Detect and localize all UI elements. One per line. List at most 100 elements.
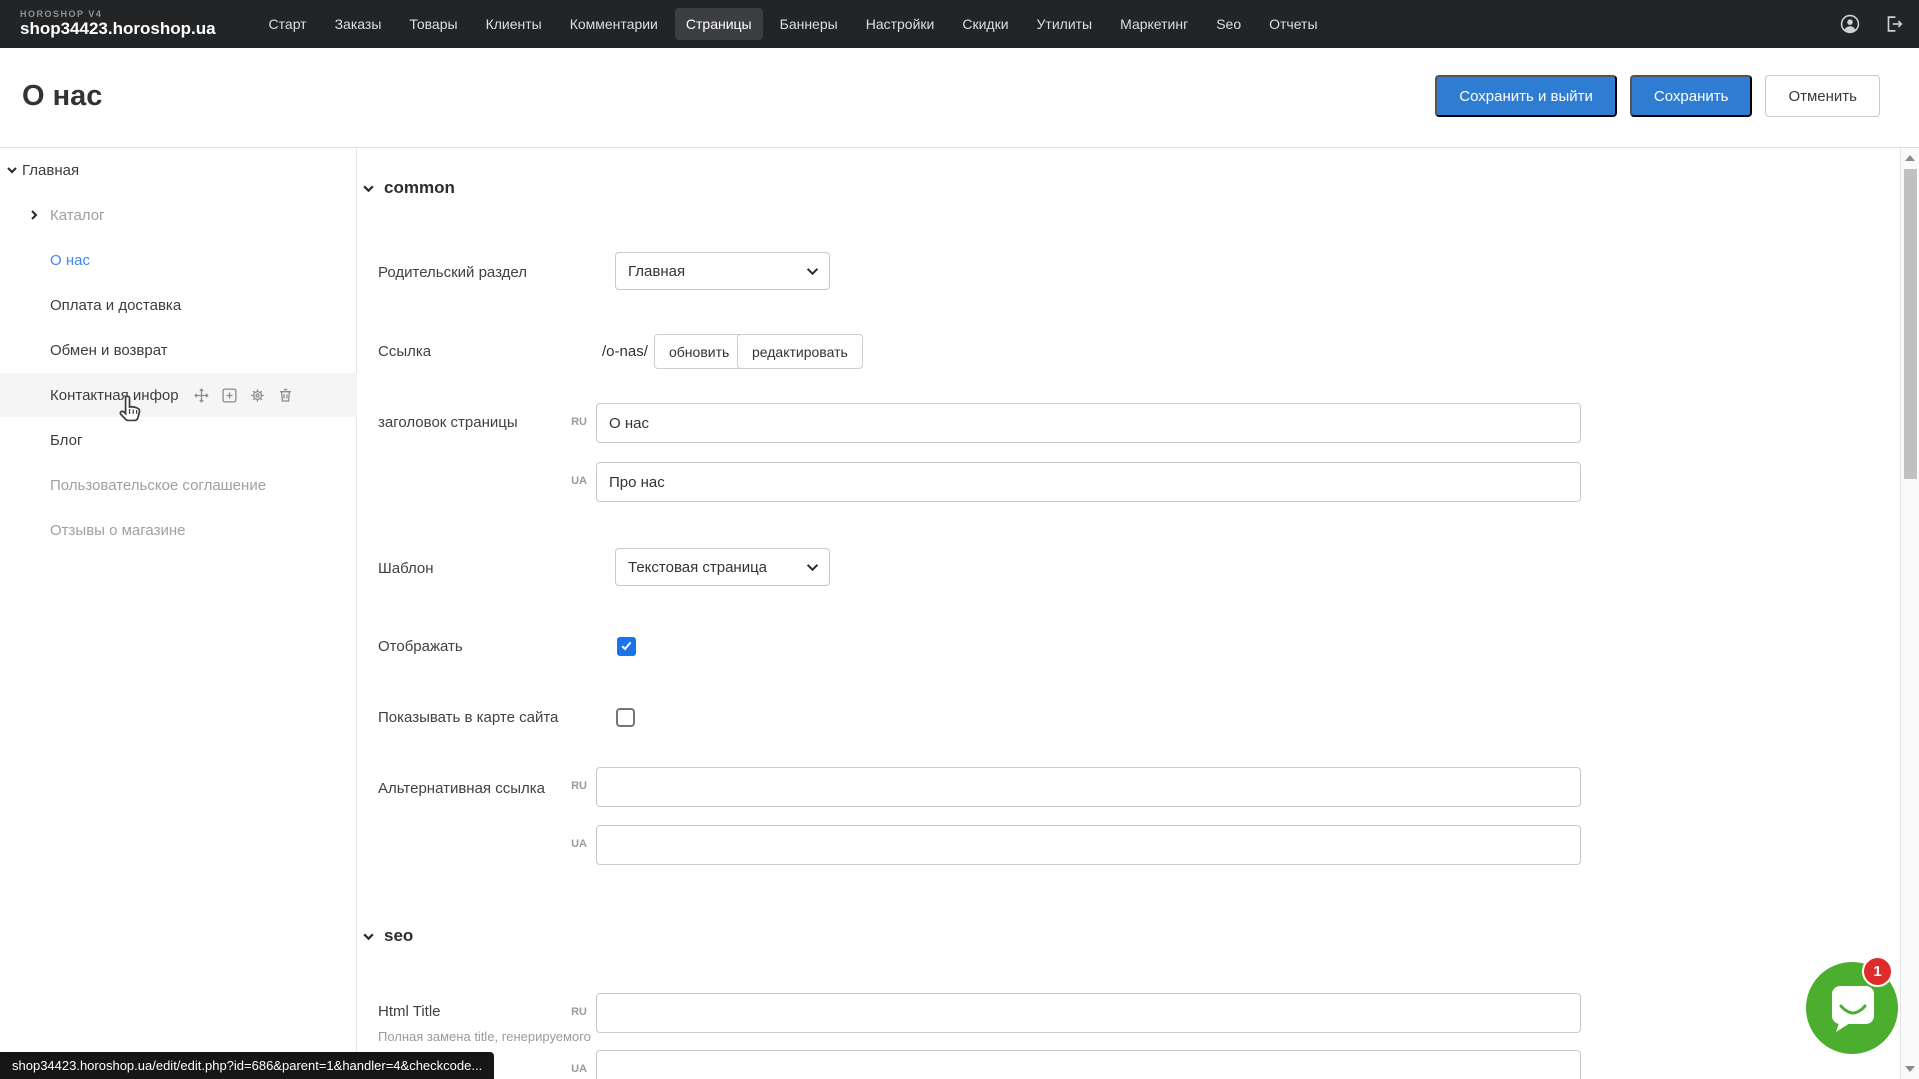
parent-section-select[interactable]: Главная bbox=[615, 252, 830, 290]
sidebar-item-user-agreement[interactable]: Пользовательское соглашение bbox=[0, 463, 357, 507]
sidebar-item-label: Контактная инфор bbox=[50, 387, 179, 404]
nav-pages[interactable]: Страницы bbox=[675, 8, 763, 40]
alt-link-ru-input[interactable] bbox=[596, 767, 1581, 807]
sidebar-item-label: Обмен и возврат bbox=[50, 342, 168, 359]
page-title-field-label: заголовок страницы bbox=[378, 414, 518, 431]
chevron-down-icon bbox=[362, 182, 375, 195]
page-edit-form: common Родительский раздел Главная Ссылк… bbox=[357, 148, 1899, 1079]
lang-badge-ua: UA bbox=[553, 838, 587, 850]
section-common-label: common bbox=[384, 178, 455, 198]
scroll-down-arrow[interactable] bbox=[1905, 1066, 1915, 1072]
sidebar-item-label: Главная bbox=[22, 162, 79, 179]
sidebar-item-store-reviews[interactable]: Отзывы о магазине bbox=[0, 508, 357, 552]
sidebar-item-label: Каталог bbox=[50, 207, 105, 224]
lang-badge-ua: UA bbox=[553, 475, 587, 487]
main-nav: Старт Заказы Товары Клиенты Комментарии … bbox=[258, 8, 1329, 40]
topbar-right bbox=[1839, 0, 1905, 48]
save-and-exit-button[interactable]: Сохранить и выйти bbox=[1435, 75, 1617, 117]
lang-badge-ru: RU bbox=[553, 780, 587, 792]
sidebar-item-label: О нас bbox=[50, 252, 90, 269]
sidebar-item-catalog[interactable]: Каталог bbox=[0, 193, 357, 237]
sidebar-item-label: Отзывы о магазине bbox=[50, 522, 185, 539]
chevron-down-icon bbox=[806, 563, 819, 572]
section-seo-header[interactable]: seo bbox=[362, 926, 413, 946]
html-title-hint: Полная замена title, генерируемого bbox=[378, 1029, 608, 1044]
nav-marketing[interactable]: Маркетинг bbox=[1109, 8, 1199, 40]
scroll-up-arrow[interactable] bbox=[1905, 155, 1915, 161]
add-page-icon[interactable] bbox=[221, 387, 238, 404]
sidebar-item-blog[interactable]: Блог bbox=[0, 418, 357, 462]
link-refresh-button[interactable]: обновить bbox=[654, 334, 744, 369]
nav-utilities[interactable]: Утилиты bbox=[1026, 8, 1104, 40]
template-label: Шаблон bbox=[378, 560, 434, 577]
nav-discounts[interactable]: Скидки bbox=[951, 8, 1019, 40]
nav-products[interactable]: Товары bbox=[398, 8, 468, 40]
page-title-ua-input[interactable] bbox=[596, 462, 1581, 502]
sitemap-label: Показывать в карте сайта bbox=[378, 709, 558, 726]
html-title-label: Html Title bbox=[378, 1003, 441, 1020]
pages-tree-sidebar: Главная Каталог О нас Оплата и доставка … bbox=[0, 148, 357, 1079]
link-edit-button[interactable]: редактировать bbox=[737, 334, 863, 369]
link-value: /o-nas/ bbox=[602, 343, 648, 360]
nav-comments[interactable]: Комментарии bbox=[559, 8, 669, 40]
section-seo-label: seo bbox=[384, 926, 413, 946]
page-title-ru-input[interactable] bbox=[596, 403, 1581, 443]
delete-trash-icon[interactable] bbox=[277, 387, 294, 404]
sidebar-item-label: Пользовательское соглашение bbox=[50, 477, 266, 494]
html-title-ua-input[interactable] bbox=[596, 1050, 1581, 1079]
sidebar-item-exchange-return[interactable]: Обмен и возврат bbox=[0, 328, 357, 372]
lang-badge-ru: RU bbox=[553, 416, 587, 428]
link-label: Ссылка bbox=[378, 343, 431, 360]
app-window: HOROSHOP V4 shop34423.horoshop.ua Старт … bbox=[0, 0, 1919, 1079]
html-title-ru-input[interactable] bbox=[596, 993, 1581, 1033]
chevron-right-icon bbox=[28, 209, 40, 221]
brand-domain: shop34423.horoshop.ua bbox=[20, 20, 216, 38]
page-title: О нас bbox=[22, 80, 102, 113]
sidebar-item-label: Оплата и доставка bbox=[50, 297, 181, 314]
logout-icon[interactable] bbox=[1883, 13, 1905, 35]
nav-banners[interactable]: Баннеры bbox=[769, 8, 849, 40]
nav-settings[interactable]: Настройки bbox=[855, 8, 946, 40]
top-bar: HOROSHOP V4 shop34423.horoshop.ua Старт … bbox=[0, 0, 1919, 48]
nav-clients[interactable]: Клиенты bbox=[475, 8, 553, 40]
settings-gear-icon[interactable] bbox=[249, 387, 266, 404]
nav-orders[interactable]: Заказы bbox=[324, 8, 393, 40]
sidebar-item-payment-delivery[interactable]: Оплата и доставка bbox=[0, 283, 357, 327]
alt-link-label: Альтернативная ссылка bbox=[378, 780, 545, 797]
chevron-down-icon bbox=[806, 267, 819, 276]
sidebar-item-main[interactable]: Главная bbox=[0, 148, 357, 192]
chevron-down-icon bbox=[6, 164, 18, 176]
parent-section-value: Главная bbox=[628, 263, 806, 280]
cancel-button[interactable]: Отменить bbox=[1765, 75, 1880, 117]
sidebar-item-about[interactable]: О нас bbox=[0, 238, 357, 282]
template-value: Текстовая страница bbox=[628, 559, 806, 576]
nav-reports[interactable]: Отчеты bbox=[1258, 8, 1328, 40]
save-button[interactable]: Сохранить bbox=[1630, 75, 1753, 117]
page-header: О нас Сохранить и выйти Сохранить Отмени… bbox=[0, 48, 1919, 148]
user-account-icon[interactable] bbox=[1839, 13, 1861, 35]
template-select[interactable]: Текстовая страница bbox=[615, 548, 830, 586]
header-buttons: Сохранить и выйти Сохранить Отменить bbox=[1435, 75, 1880, 117]
move-icon[interactable] bbox=[193, 387, 210, 404]
scrollbar-thumb[interactable] bbox=[1904, 169, 1917, 479]
vertical-scrollbar[interactable] bbox=[1900, 148, 1919, 1079]
chevron-down-icon bbox=[362, 930, 375, 943]
lang-badge-ru: RU bbox=[553, 1006, 587, 1018]
section-common-header[interactable]: common bbox=[362, 178, 455, 198]
chat-unread-badge: 1 bbox=[1862, 956, 1893, 987]
display-label: Отображать bbox=[378, 638, 463, 655]
sidebar-item-contact-info[interactable]: Контактная инфор bbox=[0, 373, 357, 417]
brand-logo[interactable]: HOROSHOP V4 shop34423.horoshop.ua bbox=[20, 10, 216, 37]
tree-row-actions bbox=[193, 387, 294, 404]
alt-link-ua-input[interactable] bbox=[596, 825, 1581, 865]
status-url-tooltip: shop34423.horoshop.ua/edit/edit.php?id=6… bbox=[0, 1052, 494, 1079]
content-area: Главная Каталог О нас Оплата и доставка … bbox=[0, 148, 1919, 1079]
lang-badge-ua: UA bbox=[553, 1063, 587, 1075]
nav-start[interactable]: Старт bbox=[258, 8, 318, 40]
parent-section-label: Родительский раздел bbox=[378, 264, 527, 281]
chat-widget-button[interactable]: 1 bbox=[1806, 962, 1898, 1054]
nav-seo[interactable]: Seo bbox=[1205, 8, 1252, 40]
sitemap-checkbox[interactable] bbox=[616, 708, 635, 727]
display-checkbox[interactable] bbox=[617, 637, 636, 656]
sidebar-item-label: Блог bbox=[50, 432, 82, 449]
